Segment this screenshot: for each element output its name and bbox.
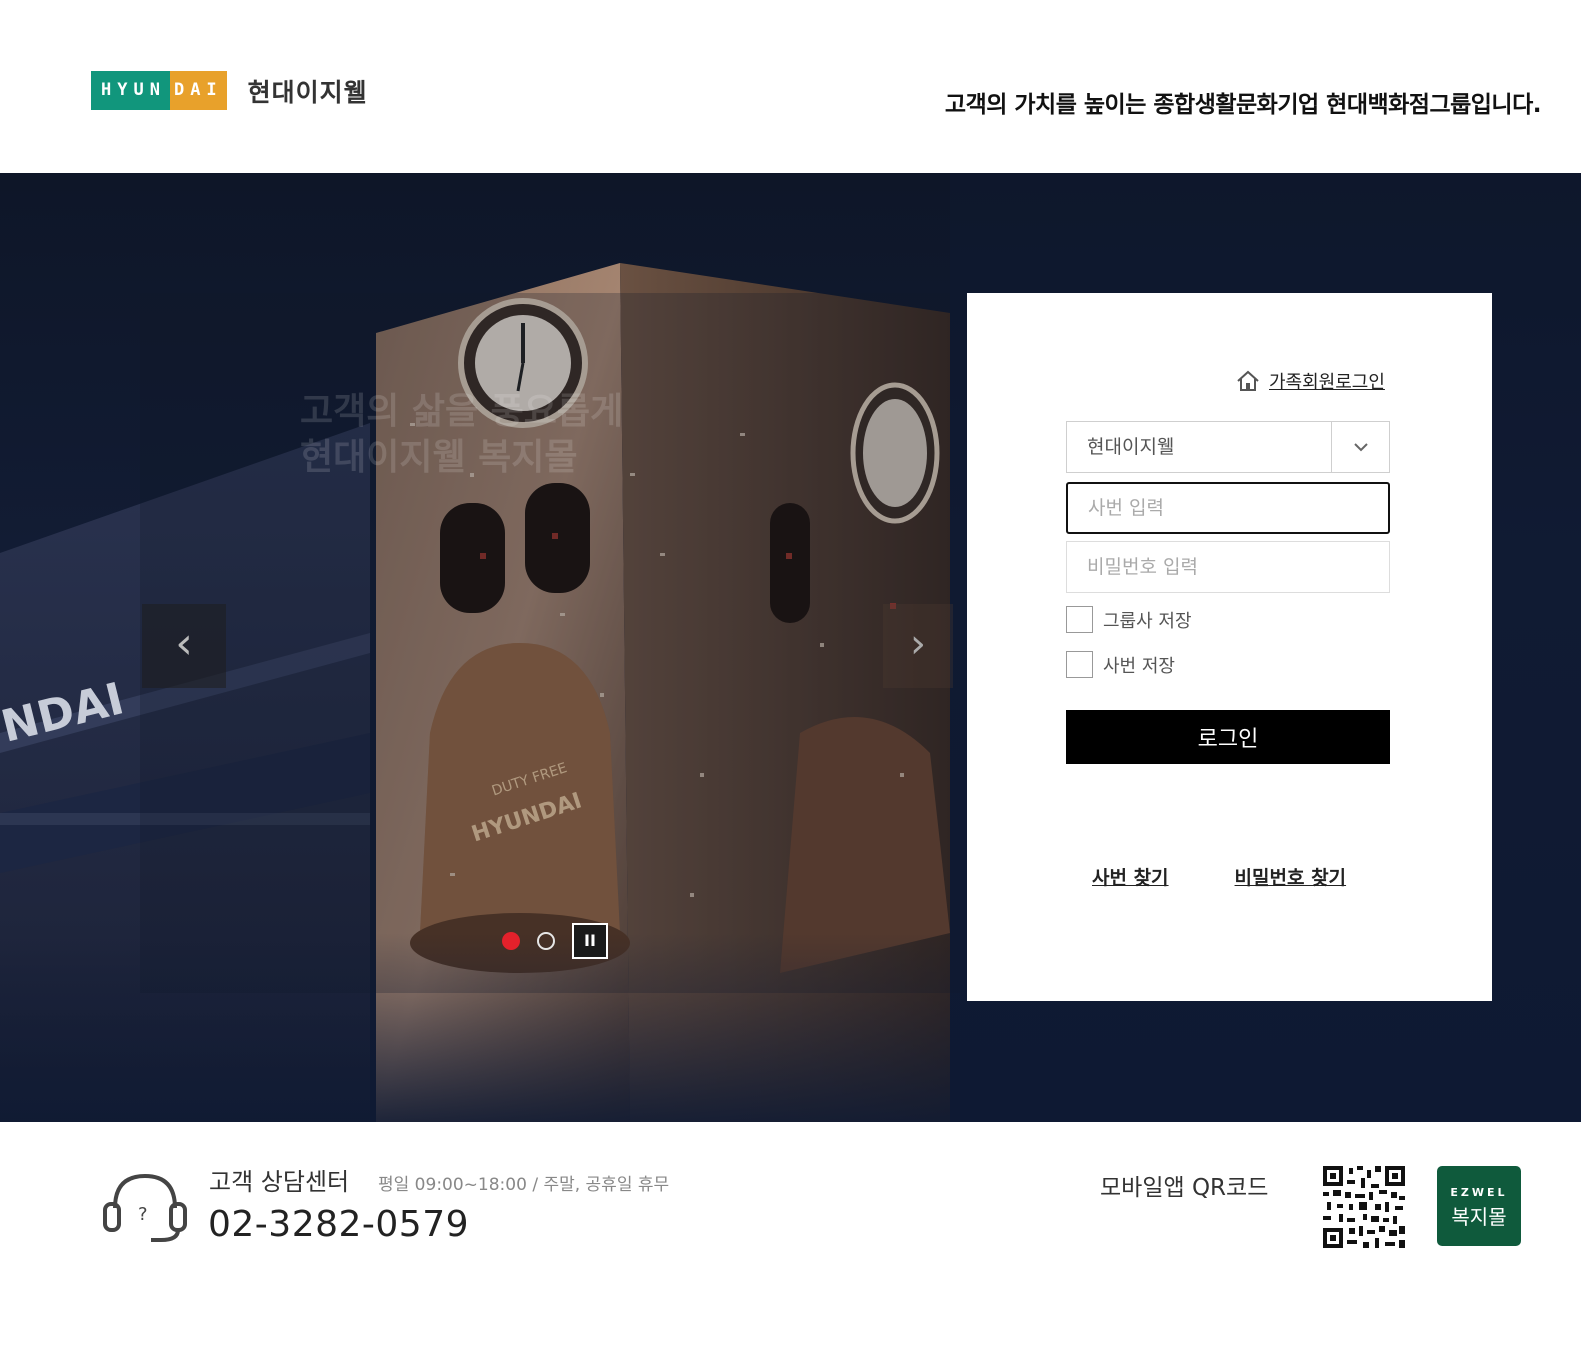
mobile-app-qr-label: 모바일앱 QR코드 [1100, 1175, 1269, 1201]
slide-dot-2[interactable] [537, 932, 555, 950]
hero-faded-line1: 고객의 삶을 풍요롭게 [300, 391, 624, 432]
save-group-box[interactable] [1066, 606, 1093, 633]
home-icon [1237, 370, 1259, 391]
header-tagline: 고객의 가치를 높이는 종합생활문화기업 현대백화점그룹입니다. [944, 92, 1542, 118]
slide-dot-1[interactable] [502, 932, 520, 950]
customer-center-phone: 02-3282-0579 [208, 1204, 470, 1245]
qr-code-icon [1323, 1166, 1405, 1248]
footer: ? 고객 상담센터 평일 09:00~18:00 / 주말, 공휴일 휴무 02… [0, 1122, 1581, 1346]
hero-faded-copy: 고객의 삶을 풍요롭게 현대이지웰 복지몰 [300, 389, 623, 481]
save-id-checkbox[interactable]: 사번 저장 [1066, 651, 1175, 678]
hero-banner: NDAI HYUNDAI DUTY FREE 고객의 삶을 풍요롭게 현대이지웰… [0, 173, 1581, 1122]
slide-next-button[interactable]: › [883, 604, 953, 688]
family-member-login-link[interactable]: 가족회원로그인 [1235, 368, 1385, 394]
company-select[interactable]: 현대이지웰 [1066, 421, 1390, 473]
ezwel-logo-text: EZWEL [1450, 1186, 1508, 1199]
find-password-link[interactable]: 비밀번호 찾기 [1235, 863, 1347, 890]
login-button[interactable]: 로그인 [1066, 710, 1390, 764]
logo-badge-orange: DAI [169, 71, 227, 110]
customer-center-hours: 평일 09:00~18:00 / 주말, 공휴일 휴무 [378, 1175, 670, 1195]
family-login-label: 가족회원로그인 [1269, 372, 1385, 393]
logo-name: 현대이지웰 [247, 77, 368, 107]
login-panel: 가족회원로그인 현대이지웰 그룹사 저장 사번 저장 로그인 사번 찾기 비밀번… [967, 293, 1492, 1001]
chevron-down-icon[interactable] [1331, 422, 1389, 472]
company-select-value: 현대이지웰 [1087, 436, 1175, 458]
save-group-label: 그룹사 저장 [1103, 610, 1192, 632]
hyundai-ezwel-logo[interactable]: HYUN DAI 현대이지웰 [91, 71, 368, 110]
logo-badge-green: HYUN [91, 71, 170, 110]
svg-text:?: ? [138, 1204, 148, 1225]
ezwel-mall-app-icon[interactable]: EZWEL 복지몰 [1437, 1166, 1521, 1246]
customer-center-title: 고객 상담센터 [209, 1168, 350, 1196]
find-id-link[interactable]: 사번 찾기 [1092, 863, 1169, 890]
headset-icon: ? [103, 1173, 187, 1242]
save-id-box[interactable] [1066, 651, 1093, 678]
slide-pause-button[interactable]: II [572, 923, 608, 959]
hyundai-logo-badge: HYUN DAI [91, 71, 227, 110]
slide-pagination: II [502, 923, 608, 959]
save-group-checkbox[interactable]: 그룹사 저장 [1066, 606, 1192, 633]
save-id-label: 사번 저장 [1103, 655, 1175, 677]
header: HYUN DAI 현대이지웰 고객의 가치를 높이는 종합생활문화기업 현대백화… [0, 0, 1581, 173]
slide-prev-button[interactable]: ‹ [142, 604, 226, 688]
hero-faded-line2: 현대이지웰 복지몰 [300, 437, 578, 478]
employee-id-input[interactable] [1066, 482, 1390, 534]
ezwel-mall-text: 복지몰 [1451, 1205, 1507, 1229]
password-input[interactable] [1066, 541, 1390, 593]
find-links: 사번 찾기 비밀번호 찾기 [1092, 863, 1346, 890]
